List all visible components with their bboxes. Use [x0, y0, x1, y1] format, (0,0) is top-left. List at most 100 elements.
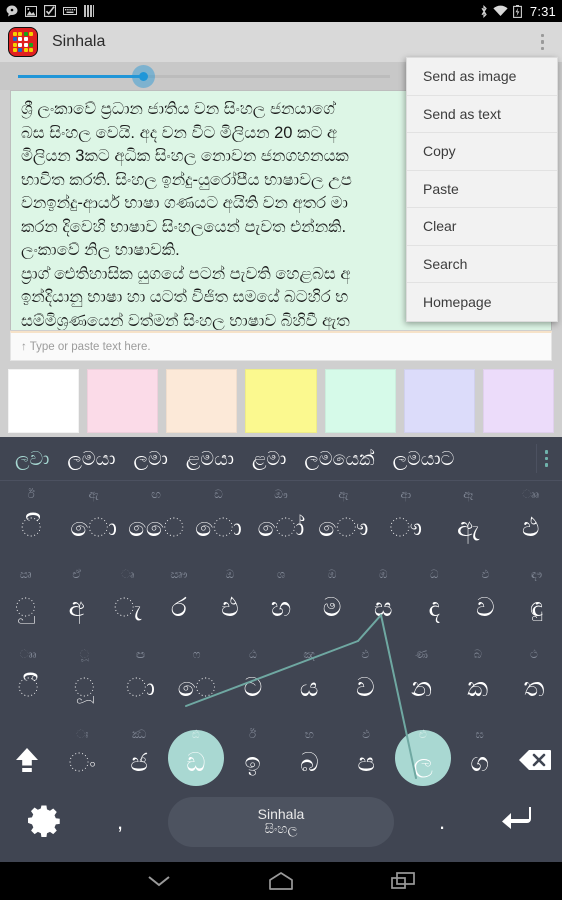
suggestion-3[interactable]: ළමයා [177, 448, 243, 470]
suggestion-4[interactable]: ළමා [243, 448, 295, 470]
key-r2-c3[interactable]: ඍෟ ර [153, 561, 204, 641]
key-r2-c4[interactable]: ඔඑ [204, 561, 255, 641]
key-label: ක [467, 672, 489, 703]
key-r4-c4[interactable]: භබ [281, 721, 338, 791]
menu-item-paste[interactable]: Paste [407, 171, 557, 208]
key-r3-c4[interactable]: ඨට [225, 641, 281, 721]
color-swatch-violet[interactable] [482, 369, 554, 433]
overflow-menu-button[interactable] [531, 28, 555, 57]
menu-item-send-as-image[interactable]: Send as image [407, 58, 557, 96]
font-size-seekbar[interactable] [18, 62, 390, 90]
menu-item-homepage[interactable]: Homepage [407, 283, 557, 321]
key-r2-c10[interactable]: ඳෟ ඳු [511, 561, 562, 641]
key-r3-c6[interactable]: ඵව [337, 641, 393, 721]
key-label: ං [68, 747, 96, 778]
key-label: ම [322, 592, 342, 623]
app-logo-dotgrid [12, 31, 34, 53]
key-r3-c3[interactable]: ෆෙ [169, 641, 225, 721]
suggestion-1[interactable]: ලමයා [58, 448, 124, 470]
keyboard-row-3: ෲී ූූ ඏා ෆෙ ඨට ඤය ඵව ණන බක ථත [0, 641, 562, 721]
keyboard-dismiss-icon[interactable] [146, 873, 172, 889]
suggestion-0[interactable]: ලවා [6, 448, 58, 470]
key-r1-c8[interactable]: ෲ ඵ [500, 481, 562, 561]
key-label: ය [299, 672, 319, 703]
key-label: ඳු [529, 592, 544, 623]
key-r1-c1[interactable]: ඇො [62, 481, 124, 561]
key-r2-c8[interactable]: ධද [409, 561, 460, 641]
key-label: ප [357, 747, 375, 778]
key-label: ඇ [456, 512, 480, 543]
comma-key[interactable]: , [82, 791, 158, 853]
recents-icon[interactable] [390, 871, 416, 891]
shift-icon [12, 745, 42, 780]
menu-item-send-as-text[interactable]: Send as text [407, 96, 557, 133]
key-hint: ඹ [327, 567, 337, 581]
key-hint: ඤ [303, 647, 315, 661]
menu-item-clear[interactable]: Clear [407, 208, 557, 246]
key-r1-c3[interactable]: ඩො [187, 481, 249, 561]
text-input-hint-bar[interactable]: ↑ Type or paste text here. [10, 331, 552, 361]
key-r3-c2[interactable]: ඏා [112, 641, 168, 721]
keyboard-row-4: ඃං ඣජ ඪඩ ඊඉ භබ ඵප ළු ල ඝග [0, 721, 562, 791]
key-r2-c9[interactable]: ඵව [460, 561, 511, 641]
key-hint: ඃ [76, 727, 89, 741]
key-r4-c2[interactable]: ඪඩ [167, 721, 224, 791]
key-hint: ඵ [361, 647, 370, 661]
key-r1-c7[interactable]: ඈඇ [437, 481, 499, 561]
space-key-primary-label: Sinhala [257, 806, 305, 823]
suggestion-5[interactable]: ලමයෙක් [295, 448, 383, 470]
color-swatch-yellow[interactable] [245, 369, 317, 433]
key-r1-c6[interactable]: ආෟ [375, 481, 437, 561]
key-r4-c0[interactable]: ඃං [54, 721, 111, 791]
key-r2-c1[interactable]: ඒඅ [51, 561, 102, 641]
key-r3-c1[interactable]: ූූ [56, 641, 112, 721]
key-hint: ඖ [274, 487, 288, 501]
suggestion-2[interactable]: ලමා [125, 448, 177, 470]
key-r1-c5[interactable]: ඇෞ [312, 481, 374, 561]
key-r1-c2[interactable]: ඟෙෙ [125, 481, 187, 561]
menu-item-search[interactable]: Search [407, 246, 557, 283]
backspace-key[interactable] [508, 721, 562, 791]
suggestion-6[interactable]: ලමයාට [384, 448, 464, 470]
key-r3-c0[interactable]: ෲී [0, 641, 56, 721]
key-label: න [410, 672, 433, 703]
home-icon[interactable] [268, 871, 294, 891]
key-r2-c0[interactable]: ඍු [0, 561, 51, 641]
key-hint: ආ [400, 487, 412, 501]
period-key[interactable]: . [404, 791, 480, 853]
color-swatch-white[interactable] [8, 369, 80, 433]
key-r4-c1[interactable]: ඣජ [111, 721, 168, 791]
space-key[interactable]: Sinhala සිංහල [168, 797, 394, 847]
key-hint: බ [473, 647, 482, 661]
key-r4-c5[interactable]: ඵප [338, 721, 395, 791]
color-swatch-pink[interactable] [87, 369, 159, 433]
key-r3-c8[interactable]: බක [450, 641, 506, 721]
key-r1-c4[interactable]: ඖෝ [250, 481, 312, 561]
key-r4-c6[interactable]: ළු ල [394, 721, 452, 791]
suggestion-overflow-button[interactable] [535, 444, 557, 473]
key-r3-c9[interactable]: ථත [506, 641, 562, 721]
key-r3-c5[interactable]: ඤය [281, 641, 337, 721]
key-r4-c7[interactable]: ඝග [451, 721, 508, 791]
key-r2-c7[interactable]: ඹස [358, 561, 409, 641]
seekbar-thumb[interactable] [132, 65, 155, 88]
bluetooth-icon [480, 4, 488, 18]
key-r2-c6[interactable]: ඹම [307, 561, 358, 641]
color-swatch-peach[interactable] [166, 369, 238, 433]
key-r2-c2[interactable]: ෘැ [102, 561, 153, 641]
key-r2-c5[interactable]: ශහ [255, 561, 306, 641]
key-r1-c0[interactable]: ඊි [0, 481, 62, 561]
key-r3-c7[interactable]: ණන [393, 641, 449, 721]
image-icon [25, 5, 37, 17]
shift-key[interactable] [0, 721, 54, 791]
enter-key[interactable] [480, 791, 556, 853]
suggestion-bar: ලවා ලමයා ලමා ළමයා ළමා ලමයෙක් ලමයාට [0, 437, 562, 481]
key-hint: ඵ [481, 567, 490, 581]
menu-item-copy[interactable]: Copy [407, 133, 557, 171]
checkbox-icon [43, 4, 57, 18]
key-r4-c3[interactable]: ඊඉ [224, 721, 281, 791]
color-swatch-mint[interactable] [324, 369, 396, 433]
settings-key[interactable] [6, 791, 82, 853]
key-label: බ [300, 747, 319, 778]
color-swatch-lilac[interactable] [403, 369, 475, 433]
